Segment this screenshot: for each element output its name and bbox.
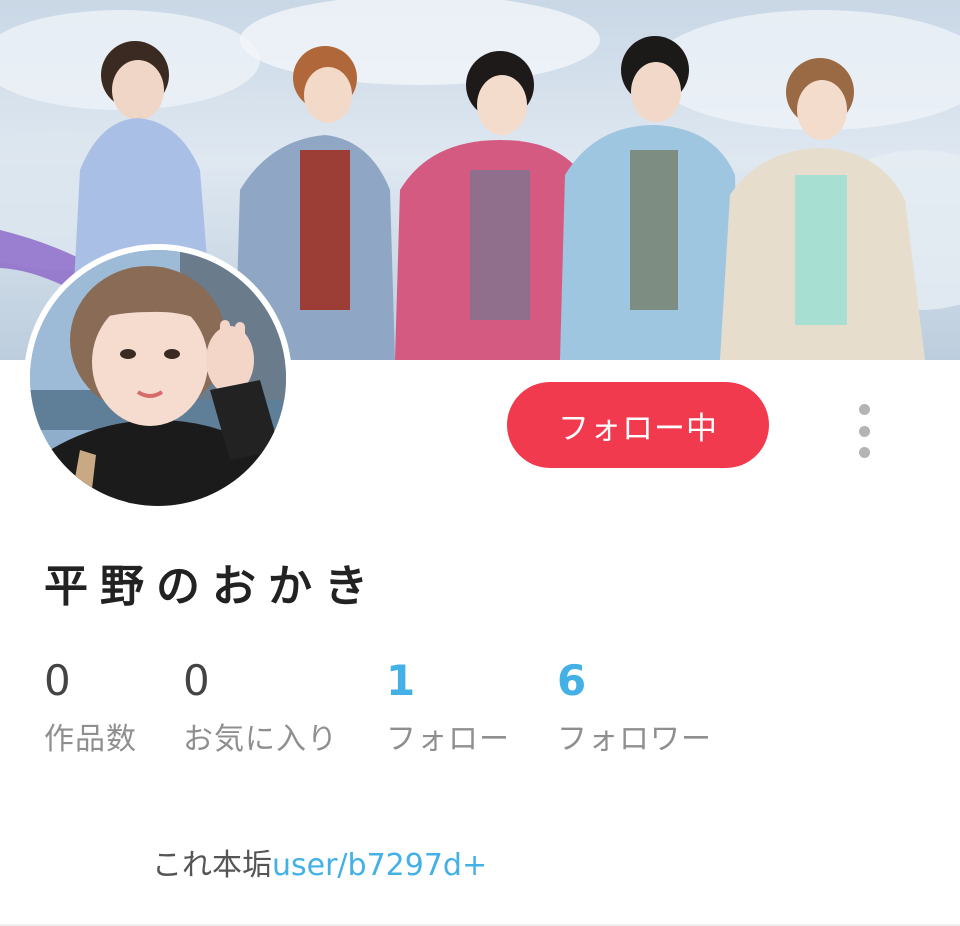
bio-link[interactable]: user/b7297d+ xyxy=(272,848,487,883)
stat-followers-label: フォロワー xyxy=(557,722,712,757)
stat-following[interactable]: 1 フォロー xyxy=(386,656,510,758)
stat-works[interactable]: 0 作品数 xyxy=(44,656,137,758)
avatar-frame xyxy=(24,244,292,512)
stat-works-label: 作品数 xyxy=(44,722,137,757)
stat-works-count: 0 xyxy=(44,656,71,705)
profile-name: 平野のおかき xyxy=(44,561,380,612)
stat-followers-count: 6 xyxy=(557,656,587,705)
stat-favorites[interactable]: 0 お気に入り xyxy=(183,656,338,758)
stat-favorites-count: 0 xyxy=(183,656,210,705)
stat-following-count: 1 xyxy=(386,656,416,705)
profile-bio: これ本垢user/b7297d+ xyxy=(152,840,487,884)
stat-favorites-label: お気に入り xyxy=(183,722,338,757)
stat-followers[interactable]: 6 フォロワー xyxy=(557,656,712,758)
more-vertical-icon[interactable] xyxy=(846,404,882,458)
following-button[interactable]: フォロー中 xyxy=(507,382,769,468)
avatar[interactable] xyxy=(30,250,286,506)
more-dot xyxy=(858,425,870,437)
more-dot xyxy=(858,447,870,458)
bio-text: これ本垢 xyxy=(152,848,272,883)
stat-following-label: フォロー xyxy=(386,722,510,757)
more-dot xyxy=(858,404,870,415)
